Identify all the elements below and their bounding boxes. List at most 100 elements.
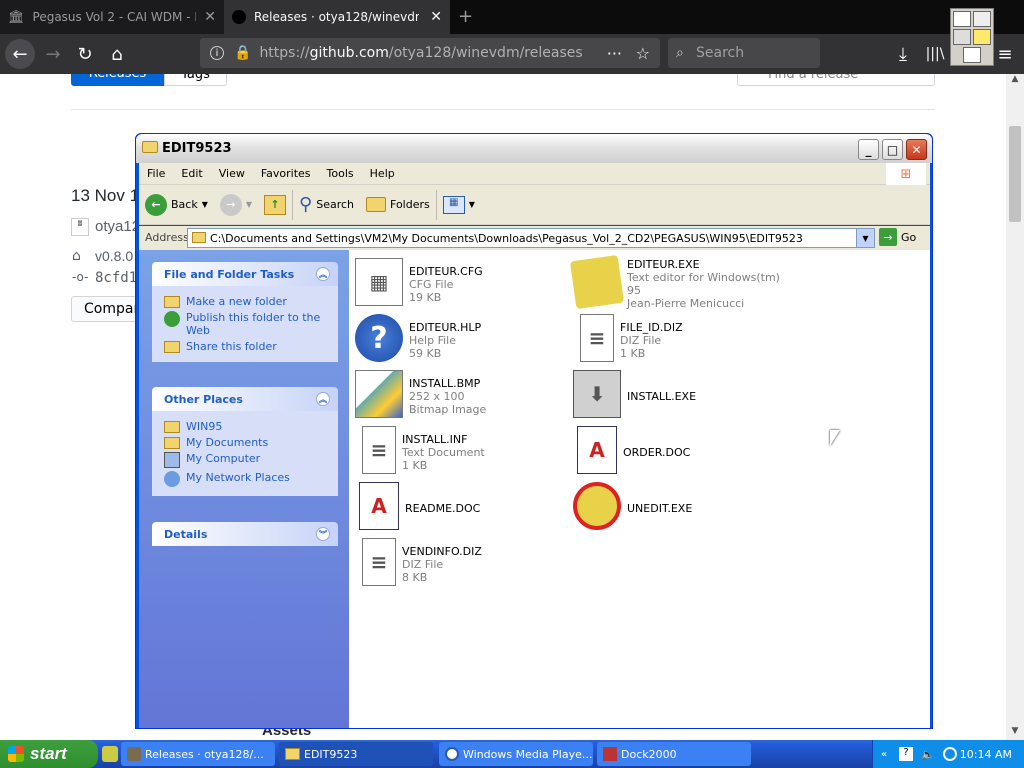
dropdown-arrow-icon[interactable]: ▼ [202,200,208,209]
browser-tab-pegasus[interactable]: 🏛 Pegasus Vol 2 - CAI WDM - Free on ✕ [0,0,224,34]
task-publish-folder[interactable]: Publish this folder to the Web [164,311,330,337]
place-my-documents[interactable]: My Documents [164,436,330,449]
views-button[interactable]: ▦ ▼ [437,195,481,214]
minimize-button[interactable]: _ [858,139,879,160]
file-size: 1 KB [402,458,428,472]
url-host: github.com [309,45,389,61]
home-icon[interactable]: ⌂ [102,39,132,69]
expand-icon[interactable]: ︾ [316,527,330,541]
close-tab-icon[interactable]: ✕ [204,9,216,25]
maximize-button[interactable]: □ [882,139,903,160]
menu-edit[interactable]: Edit [173,167,210,180]
dock-icon[interactable] [953,11,971,27]
browser-tab-releases[interactable]: Releases · otya128/winevdm · Git ✕ [224,0,450,34]
task-share-folder[interactable]: Share this folder [164,340,330,353]
more-actions-icon[interactable]: ··· [607,44,622,63]
close-button[interactable]: ✕ [906,139,927,160]
help-icon[interactable]: ? [899,747,913,761]
file-item[interactable]: A README.DOC [355,482,565,534]
release-tag[interactable]: v0.8.0 [95,248,133,264]
collapse-icon[interactable]: ︽ [316,392,330,406]
compare-button[interactable]: Compare [71,296,141,322]
release-author[interactable]: otya12 [95,218,140,235]
panel-header[interactable]: Details ︾ [152,522,338,546]
taskbar-button-browser[interactable]: Releases · otya128/... [121,742,275,766]
collapse-icon[interactable]: ︽ [316,267,330,281]
file-name: ORDER.DOC [623,445,691,459]
file-item[interactable]: ⬇ INSTALL.EXE [573,370,783,422]
file-item[interactable]: ≡ FILE_ID.DIZ DIZ File 1 KB [573,314,783,366]
search-button[interactable]: ⚲ Search [293,194,360,215]
menu-file[interactable]: File [139,167,173,180]
tray-expand-icon[interactable]: « [881,749,887,760]
folders-button[interactable]: Folders [360,197,436,212]
dock-icon[interactable] [973,29,991,45]
panel-header[interactable]: File and Folder Tasks ︽ [152,262,338,286]
place-my-network[interactable]: My Network Places [164,471,330,487]
bookmark-star-icon[interactable]: ☆ [636,44,650,63]
volume-icon[interactable]: 🔈 [921,748,935,761]
release-commit[interactable]: 8cfd1 [95,270,137,286]
find-release-input[interactable]: Find a release [737,74,935,86]
place-my-computer[interactable]: My Computer [164,452,330,468]
file-item[interactable]: INSTALL.BMP 252 x 100 Bitmap Image [355,370,565,422]
file-meta: UNEDIT.EXE [627,482,692,534]
up-folder-button[interactable]: ↑ [258,194,292,215]
search-input[interactable]: ⌕ Search [668,38,820,68]
task-make-folder[interactable]: Make a new folder [164,295,330,308]
dropdown-arrow-icon[interactable]: ▼ [469,200,475,209]
dock-icon[interactable] [973,11,991,27]
menu-tools[interactable]: Tools [319,167,362,180]
page-scrollbar[interactable]: ▲ ▼ [1006,74,1024,740]
menu-help[interactable]: Help [362,167,403,180]
menu-view[interactable]: View [211,167,253,180]
file-item[interactable]: ? EDITEUR.HLP Help File 59 KB [355,314,565,366]
menu-favorites[interactable]: Favorites [253,167,319,180]
releases-tab[interactable]: Releases [71,74,164,86]
dock2000-widget[interactable] [950,8,994,66]
menu-icon[interactable]: ≡ [990,39,1020,69]
scroll-up-icon[interactable]: ▲ [1006,74,1024,92]
author-avatar[interactable]: ʬ [71,218,89,236]
system-tray: « ? 🔈 10:14 AM [872,740,1024,768]
address-field[interactable]: C:\Documents and Settings\VM2\My Documen… [187,228,875,248]
scroll-down-icon[interactable]: ▼ [1006,726,1024,736]
taskbar-button-explorer[interactable]: EDIT9523 [279,742,433,766]
taskbar-button-media-player[interactable]: Windows Media Playe... [439,742,593,766]
forward-button[interactable]: → ▼ [214,193,258,216]
quick-launch-icon[interactable] [102,746,118,762]
library-icon[interactable]: |||\ [920,39,950,69]
file-item[interactable]: ▦ EDITEUR.CFG CFG File 19 KB [355,258,565,310]
back-arrow-icon[interactable]: ← [5,39,35,69]
forward-arrow-icon[interactable]: → [38,39,68,69]
tag-icon: ⌂ [72,248,81,264]
taskbar-button-dock2000[interactable]: Dock2000 [597,742,751,766]
file-item[interactable]: A ORDER.DOC [573,426,783,478]
download-icon[interactable]: ⤓ [888,39,918,69]
dock-icon[interactable] [963,47,981,63]
file-item[interactable]: EDITEUR.EXE Text editor for Windows(tm) 9… [569,254,783,310]
panel-header[interactable]: Other Places ︽ [152,387,338,411]
close-tab-icon[interactable]: ✕ [430,9,442,25]
start-button[interactable]: start [0,740,98,768]
url-bar[interactable]: i 🔒 https://github.com/otya128/winevdm/r… [200,38,660,68]
back-button[interactable]: ← Back ▼ [139,193,214,216]
file-item[interactable]: ≡ INSTALL.INF Text Document 1 KB [355,426,565,478]
address-dropdown-icon[interactable]: ▼ [856,229,874,247]
file-item[interactable]: UNEDIT.EXE [573,482,783,534]
windows-flag-icon [8,746,24,762]
dock-icon[interactable] [953,29,971,45]
file-size: 1 KB [620,346,646,360]
window-title-bar[interactable]: EDIT9523 _ □ ✕ [136,134,932,163]
go-button[interactable]: → Go [879,228,916,246]
reload-icon[interactable]: ↻ [70,39,100,69]
tags-tab[interactable]: Tags [164,74,227,86]
dropdown-arrow-icon[interactable]: ▼ [246,200,252,209]
clock[interactable]: 10:14 AM [960,748,1012,761]
new-tab-button[interactable]: + [458,6,473,27]
place-win95[interactable]: WIN95 [164,420,330,433]
network-status-icon[interactable] [943,747,957,761]
new-folder-icon [164,296,180,308]
file-item[interactable]: ≡ VENDINFO.DIZ DIZ File 8 KB [355,538,565,590]
scroll-thumb[interactable] [1009,126,1021,222]
